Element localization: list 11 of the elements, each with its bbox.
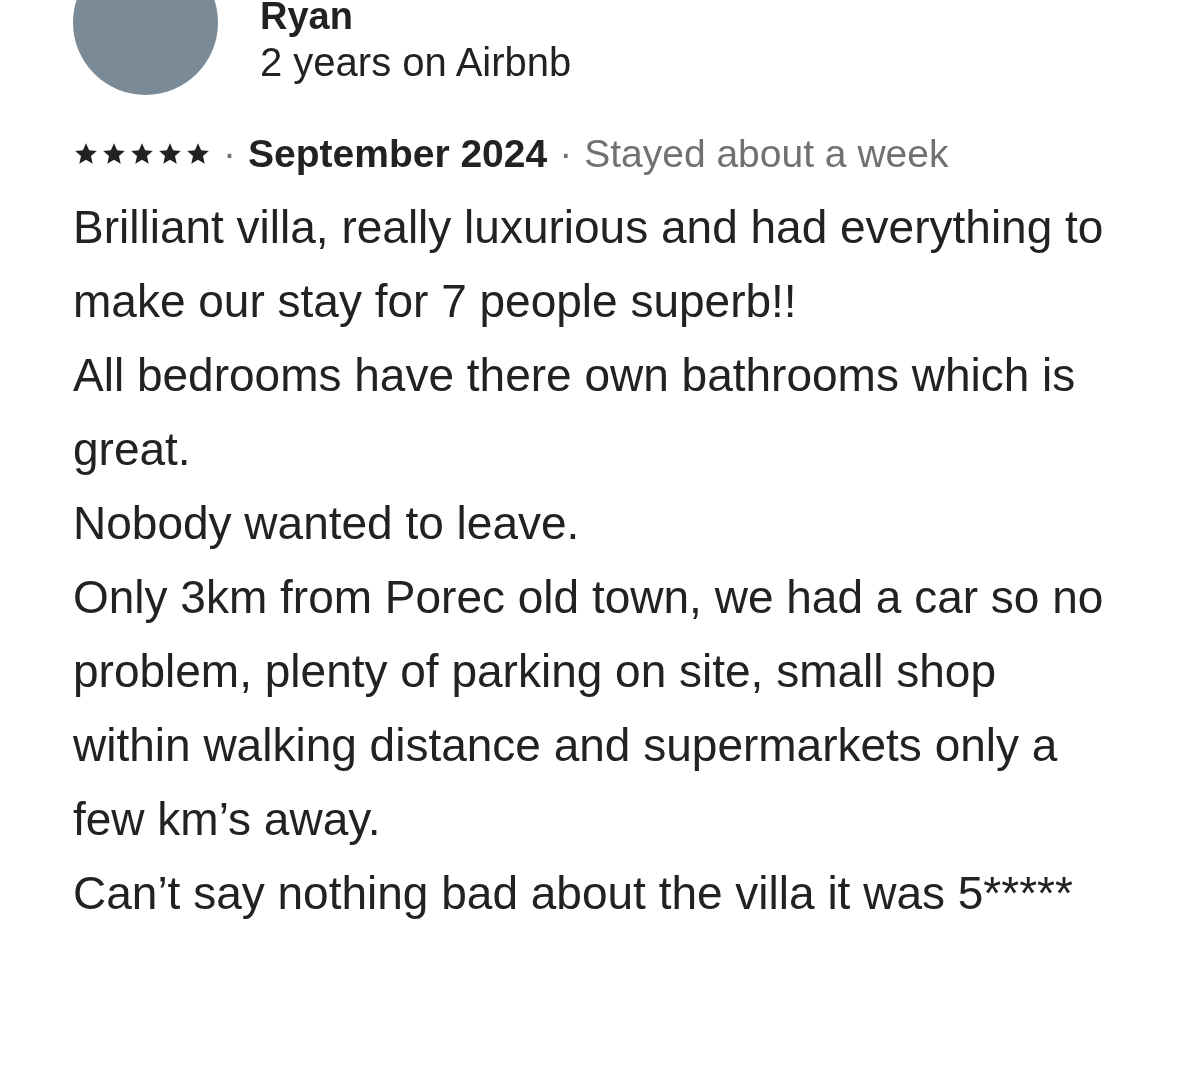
review-paragraph: Only 3km from Porec old town, we had a car so no problem, plenty of parking on site, small shop within walking distance and supermarkets only a few km’s away. <box>73 569 1105 847</box>
stay-length: Stayed about a week <box>584 131 949 177</box>
reviewer-tenure: 2 years on Airbnb <box>260 38 572 86</box>
separator-dot: · <box>223 131 236 177</box>
reviewer-name: Ryan <box>260 0 354 38</box>
review-paragraph: Brilliant villa, really luxurious and had everything to make our stay for 7 people superb!! <box>73 199 1105 329</box>
review-date: September 2024 <box>248 131 548 177</box>
review-paragraph: Nobody wanted to leave. <box>73 495 581 551</box>
separator-dot: · <box>559 131 573 177</box>
review-paragraph: All bedrooms have there own bathrooms which is great. <box>73 347 1077 477</box>
review-paragraph: Can’t say nothing bad about the villa it was 5***** <box>73 865 1074 921</box>
